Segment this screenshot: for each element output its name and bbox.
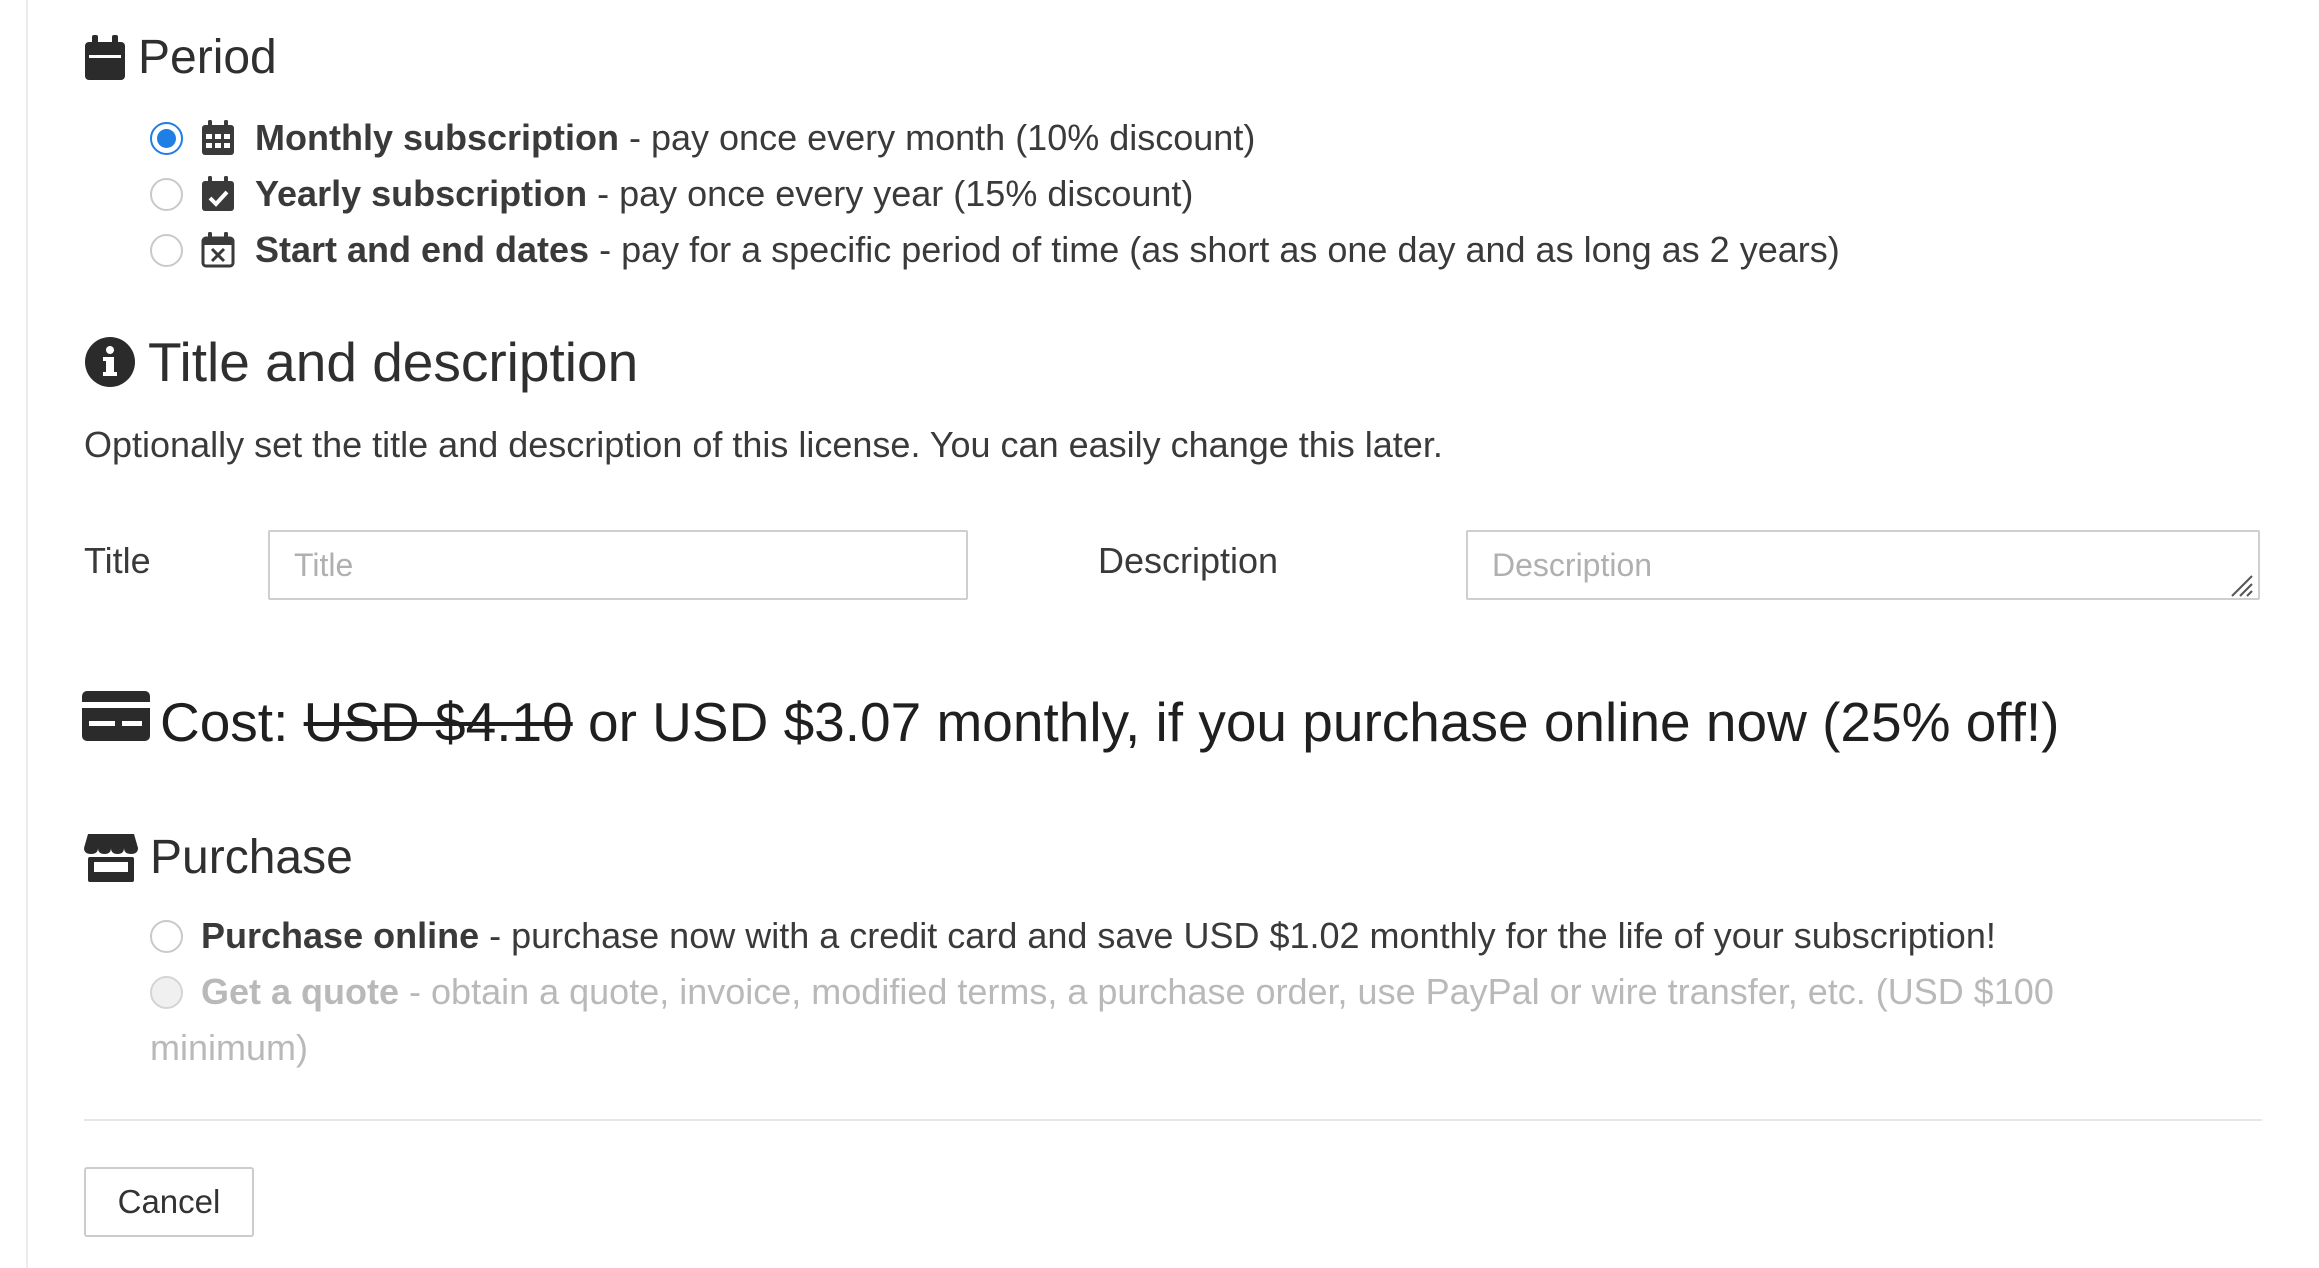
calendar-times-icon <box>201 232 235 268</box>
left-border <box>26 0 28 1268</box>
radio-purchase-online[interactable] <box>150 919 183 953</box>
description-label: Description <box>1098 540 1279 581</box>
radio-get-quote <box>150 975 183 1009</box>
divider <box>84 1119 2262 1121</box>
credit-card-icon <box>82 690 150 754</box>
period-option-dates[interactable]: Start and end dates - pay for a specific… <box>150 228 1840 272</box>
option-label: Monthly subscription <box>255 117 619 158</box>
title-description-heading-text: Title and description <box>148 331 639 393</box>
info-circle-icon <box>84 336 136 388</box>
cost-summary: Cost: USD $4.10 or USD $3.07 monthly, if… <box>82 690 2060 754</box>
option-label: Yearly subscription <box>255 173 588 214</box>
period-option-yearly[interactable]: Yearly subscription - pay once every yea… <box>150 172 1193 216</box>
title-description-heading: Title and description <box>84 330 638 394</box>
title-input[interactable] <box>268 530 968 600</box>
option-description: - pay for a specific period of time (as … <box>589 229 1840 270</box>
cancel-button[interactable]: Cancel <box>84 1167 254 1237</box>
purchase-heading: Purchase <box>84 830 353 885</box>
radio-monthly[interactable] <box>150 121 183 155</box>
option-description: - pay once every month (10% discount) <box>619 117 1256 158</box>
cost-prefix: Cost: <box>160 691 304 753</box>
radio-dates[interactable] <box>150 233 183 267</box>
option-description-continued: minimum) <box>150 1027 308 1068</box>
resize-handle-icon[interactable] <box>2228 572 2254 598</box>
purchase-option-online[interactable]: Purchase online - purchase now with a cr… <box>150 914 1996 958</box>
title-description-help: Optionally set the title and description… <box>84 424 1443 465</box>
calendar-check-icon <box>201 176 235 212</box>
cost-discount-text: or USD $3.07 monthly, if you purchase on… <box>572 691 2060 753</box>
cost-original-price: USD $4.10 <box>303 691 573 753</box>
purchase-option-quote-continued: minimum) <box>150 1026 308 1070</box>
calendar-icon <box>84 34 126 81</box>
period-option-monthly[interactable]: Monthly subscription - pay once every mo… <box>150 116 1255 160</box>
purchase-heading-text: Purchase <box>150 831 353 884</box>
calendar-days-icon <box>201 120 235 156</box>
option-label: Start and end dates <box>255 229 590 270</box>
store-icon <box>84 833 138 882</box>
option-label: Purchase online <box>201 915 480 956</box>
period-heading: Period <box>84 30 277 85</box>
option-description: - pay once every year (15% discount) <box>587 173 1194 214</box>
option-description: - obtain a quote, invoice, modified term… <box>399 971 2054 1012</box>
radio-yearly[interactable] <box>150 177 183 211</box>
period-heading-text: Period <box>138 31 277 84</box>
option-description: - purchase now with a credit card and sa… <box>479 915 1996 956</box>
license-form-page: Period Monthly subscription - pay once e… <box>0 0 2319 1268</box>
description-textarea[interactable] <box>1466 530 2260 600</box>
title-label: Title <box>84 540 151 581</box>
purchase-option-quote: Get a quote - obtain a quote, invoice, m… <box>150 970 2054 1014</box>
option-label: Get a quote <box>201 971 400 1012</box>
